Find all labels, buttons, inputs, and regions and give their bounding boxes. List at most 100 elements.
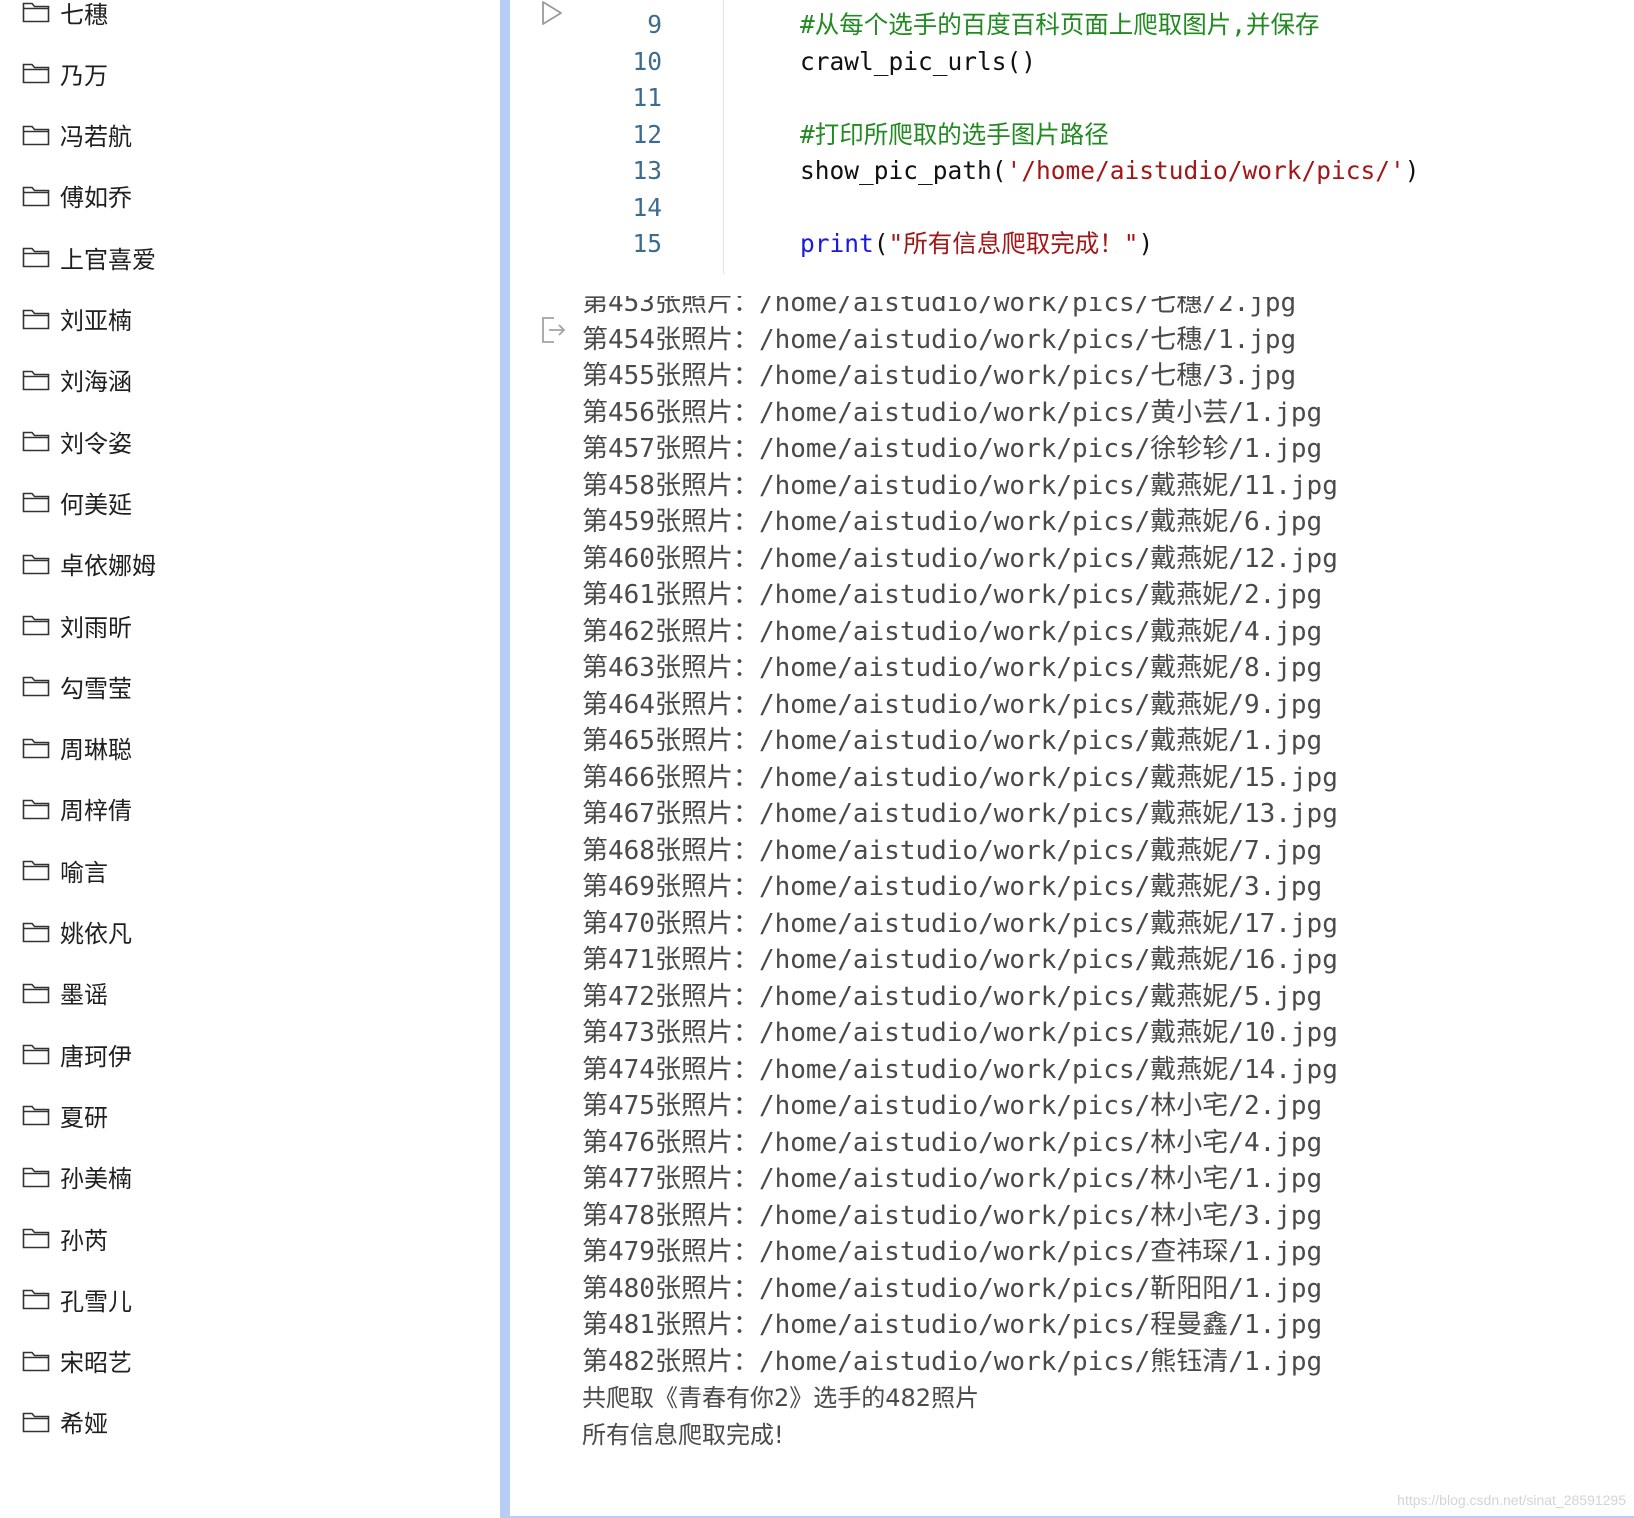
output-line: 第482张照片：/home/aistudio/work/pics/熊钰清/1.j… bbox=[582, 1346, 1323, 1377]
output-line: 第471张照片：/home/aistudio/work/pics/戴燕妮/16.… bbox=[582, 945, 1338, 975]
output-line: 第461张照片：/home/aistudio/work/pics/戴燕妮/2.j… bbox=[582, 580, 1323, 610]
folder-icon bbox=[22, 308, 50, 330]
file-tree-folder[interactable]: 冯若航 bbox=[22, 115, 462, 155]
file-tree: 七穗乃万冯若航傅如乔上官喜爱刘亚楠刘海涵刘令姿何美延卓依娜姆刘雨昕勾雪莹周琳聪周… bbox=[0, 0, 500, 1518]
folder-label: 刘亚楠 bbox=[60, 307, 132, 335]
output-summary-line: 共爬取《青春有你2》选手的482照片 bbox=[582, 1384, 980, 1412]
folder-label: 刘令姿 bbox=[60, 429, 132, 458]
file-tree-folder[interactable]: 宋昭艺 bbox=[22, 1341, 462, 1381]
code-line[interactable]: 13 show_pic_path('/home/aistudio/work/pic… bbox=[510, 152, 1630, 190]
output-line: 第477张照片：/home/aistudio/work/pics/林小宅/1.j… bbox=[582, 1164, 1323, 1194]
output-line: 第468张照片：/home/aistudio/work/pics/戴燕妮/7.j… bbox=[582, 835, 1323, 866]
output-line: 第475张照片：/home/aistudio/work/pics/林小宅/2.j… bbox=[582, 1091, 1323, 1121]
code-token: crawl_pic_urls() bbox=[800, 46, 1037, 76]
file-tree-folder[interactable]: 乃万 bbox=[22, 53, 462, 93]
output-line: 第474张照片：/home/aistudio/work/pics/戴燕妮/14.… bbox=[582, 1054, 1338, 1085]
folder-icon bbox=[22, 737, 50, 759]
folder-label: 上官喜爱 bbox=[60, 245, 156, 274]
folder-icon bbox=[22, 1411, 50, 1433]
code-token: ) bbox=[1404, 156, 1420, 185]
file-tree-folder[interactable]: 七穗 bbox=[22, 0, 462, 32]
output-line: 第453张照片：/home/aistudio/work/pics/七穗/2.jp… bbox=[582, 296, 1297, 318]
file-tree-folder[interactable]: 周梓倩 bbox=[22, 789, 462, 829]
file-tree-folder[interactable]: 刘令姿 bbox=[22, 421, 462, 461]
active-cell-indicator[interactable] bbox=[500, 0, 510, 1518]
file-tree-folder[interactable]: 喻言 bbox=[22, 850, 462, 890]
output-summary-line: 所有信息爬取完成! bbox=[582, 1420, 784, 1449]
file-tree-folder[interactable]: 上官喜爱 bbox=[22, 237, 462, 277]
folder-icon bbox=[22, 614, 50, 636]
code-line[interactable]: 10 crawl_pic_urls() bbox=[510, 43, 1630, 81]
code-line[interactable]: 15 print("所有信息爬取完成！") bbox=[510, 225, 1630, 263]
folder-label: 唐珂伊 bbox=[60, 1042, 132, 1071]
folder-icon bbox=[22, 675, 50, 697]
code-token: ) bbox=[1138, 229, 1154, 258]
output-line: 第473张照片：/home/aistudio/work/pics/戴燕妮/10.… bbox=[582, 1018, 1338, 1048]
code-cell[interactable]: 9 #从每个选手的百度百科页面上爬取图片,并保存 10 crawl_pic_urls(… bbox=[510, 0, 1634, 1518]
folder-icon bbox=[22, 798, 50, 820]
folder-icon bbox=[22, 1350, 50, 1372]
code-line[interactable]: 14 bbox=[510, 189, 1630, 227]
folder-label: 希娅 bbox=[60, 1410, 108, 1439]
line-number: 9 bbox=[647, 10, 662, 39]
file-tree-folder[interactable]: 夏研 bbox=[22, 1095, 462, 1135]
file-tree-folder[interactable]: 傅如乔 bbox=[22, 176, 462, 216]
code-line[interactable]: 11 bbox=[510, 79, 1630, 117]
folder-icon bbox=[22, 982, 50, 1004]
code-text: print("所有信息爬取完成！") bbox=[800, 225, 1153, 263]
folder-icon bbox=[22, 1043, 50, 1065]
file-tree-folder[interactable]: 何美延 bbox=[22, 482, 462, 522]
folder-icon bbox=[22, 246, 50, 268]
folder-label: 孔雪儿 bbox=[60, 1287, 132, 1316]
file-tree-folder[interactable]: 刘海涵 bbox=[22, 360, 462, 400]
file-tree-folder[interactable]: 孙美楠 bbox=[22, 1157, 462, 1197]
file-tree-folder[interactable]: 勾雪莹 bbox=[22, 666, 462, 706]
file-tree-folder[interactable]: 姚依凡 bbox=[22, 912, 462, 952]
output-line: 第481张照片：/home/aistudio/work/pics/程曼鑫/1.j… bbox=[582, 1310, 1323, 1340]
folder-label: 周梓倩 bbox=[60, 797, 132, 826]
file-tree-folder[interactable]: 孔雪儿 bbox=[22, 1279, 462, 1319]
folder-icon bbox=[22, 1227, 50, 1249]
watermark: https://blog.csdn.net/sinat_28591295 bbox=[1397, 1492, 1626, 1508]
folder-label: 卓依娜姆 bbox=[60, 552, 156, 581]
code-editor[interactable]: 9 #从每个选手的百度百科页面上爬取图片,并保存 10 crawl_pic_urls(… bbox=[510, 0, 1634, 275]
code-line[interactable]: 12 #打印所爬取的选手图片路径 bbox=[510, 116, 1630, 154]
folder-label: 冯若航 bbox=[60, 123, 132, 152]
folder-label: 刘雨昕 bbox=[60, 613, 132, 642]
folder-icon bbox=[22, 62, 50, 84]
file-tree-folder[interactable]: 唐珂伊 bbox=[22, 1034, 462, 1074]
cell-output: 第453张照片：/home/aistudio/work/pics/七穗/2.jp… bbox=[582, 296, 1632, 1511]
folder-icon bbox=[22, 491, 50, 513]
code-line[interactable]: 9 #从每个选手的百度百科页面上爬取图片,并保存 bbox=[510, 6, 1630, 44]
output-line: 第472张照片：/home/aistudio/work/pics/戴燕妮/5.j… bbox=[582, 981, 1323, 1012]
folder-label: 傅如乔 bbox=[60, 184, 132, 213]
output-line: 第469张照片：/home/aistudio/work/pics/戴燕妮/3.j… bbox=[582, 872, 1323, 902]
code-token-cm: #从每个选手的百度百科页面上爬取图片,并保存 bbox=[800, 10, 1320, 39]
output-line: 第459张照片：/home/aistudio/work/pics/戴燕妮/6.j… bbox=[582, 507, 1323, 537]
folder-icon bbox=[22, 1288, 50, 1310]
code-text: #打印所爬取的选手图片路径 bbox=[800, 116, 1109, 154]
output-line: 第464张照片：/home/aistudio/work/pics/戴燕妮/9.j… bbox=[582, 689, 1323, 720]
folder-icon bbox=[22, 185, 50, 207]
folder-icon bbox=[22, 553, 50, 575]
folder-label: 七穗 bbox=[60, 0, 108, 29]
code-token-cm: #打印所爬取的选手图片路径 bbox=[800, 119, 1109, 149]
line-number: 11 bbox=[632, 83, 662, 112]
file-tree-folder[interactable]: 卓依娜姆 bbox=[22, 544, 462, 584]
output-line: 第458张照片：/home/aistudio/work/pics/戴燕妮/11.… bbox=[582, 470, 1338, 501]
code-token-kw: print bbox=[800, 229, 874, 258]
output-line: 第480张照片：/home/aistudio/work/pics/靳阳阳/1.j… bbox=[582, 1273, 1323, 1304]
output-line: 第467张照片：/home/aistudio/work/pics/戴燕妮/13.… bbox=[582, 799, 1338, 829]
folder-label: 刘海涵 bbox=[60, 368, 132, 397]
file-tree-folder[interactable]: 墨谣 bbox=[22, 973, 462, 1013]
file-tree-folder[interactable]: 周琳聪 bbox=[22, 728, 462, 768]
file-tree-folder[interactable]: 孙芮 bbox=[22, 1218, 462, 1258]
folder-label: 喻言 bbox=[60, 858, 108, 887]
output-line: 第479张照片：/home/aistudio/work/pics/查祎琛/1.j… bbox=[582, 1237, 1323, 1267]
folder-icon bbox=[22, 369, 50, 391]
file-tree-folder[interactable]: 刘雨昕 bbox=[22, 605, 462, 645]
file-tree-folder[interactable]: 希娅 bbox=[22, 1402, 462, 1442]
output-icon bbox=[542, 317, 566, 343]
line-number: 13 bbox=[632, 156, 662, 185]
file-tree-folder[interactable]: 刘亚楠 bbox=[22, 299, 462, 339]
